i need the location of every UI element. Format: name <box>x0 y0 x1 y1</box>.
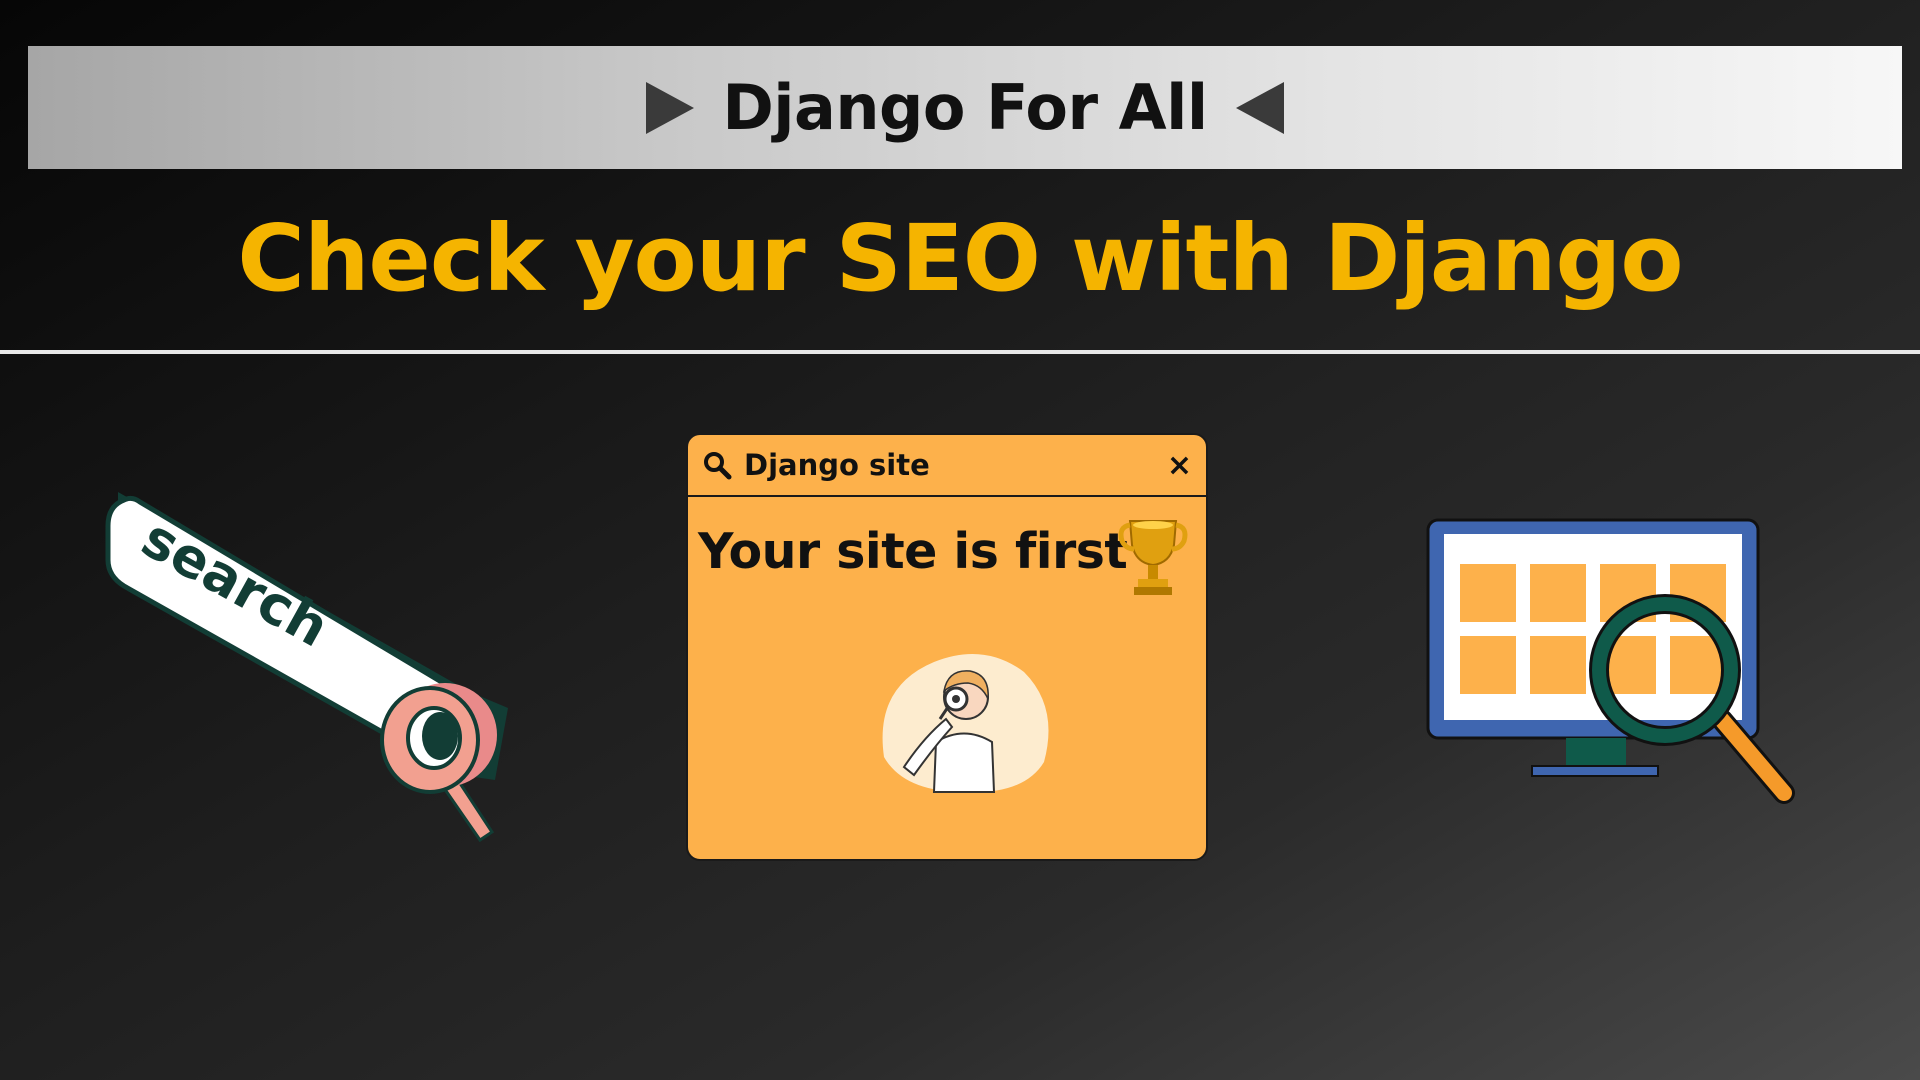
search-icon <box>702 448 736 482</box>
window-title: Django site <box>744 448 930 482</box>
headline: Check your SEO with Django <box>237 205 1683 312</box>
monitor-magnifier-illustration <box>1420 510 1810 814</box>
result-message: Your site is first <box>698 523 1128 580</box>
triangle-right-icon <box>646 81 695 134</box>
person-with-magnifier-icon <box>874 647 1054 801</box>
search-bar-illustration: search <box>100 480 530 864</box>
title-banner: Django For All <box>28 46 1902 169</box>
divider <box>0 350 1920 354</box>
banner-title: Django For All <box>722 71 1208 144</box>
triangle-left-icon <box>1235 81 1284 134</box>
trophy-icon <box>1118 515 1188 603</box>
result-window: Django site × Your site is first <box>686 433 1208 861</box>
window-title-bar: Django site × <box>688 435 1206 497</box>
close-icon[interactable]: × <box>1167 448 1192 483</box>
